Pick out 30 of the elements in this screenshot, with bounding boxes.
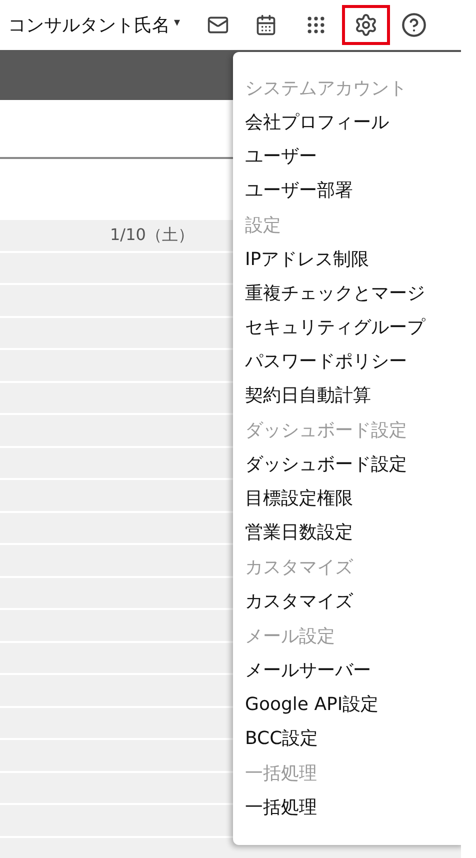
menu-item[interactable]: セキュリティグループ bbox=[245, 310, 461, 344]
help-icon bbox=[401, 12, 428, 38]
menu-item[interactable]: カスタマイズ bbox=[245, 584, 461, 618]
menu-item[interactable]: ユーザー bbox=[245, 139, 461, 173]
settings-button[interactable] bbox=[342, 5, 390, 45]
menu-section-header: メール設定 bbox=[245, 624, 336, 648]
menu-item[interactable]: ダッシュボード設定 bbox=[245, 447, 461, 481]
date-label: 1/10（土） bbox=[110, 224, 194, 246]
menu-item[interactable]: 一括処理 bbox=[245, 790, 461, 824]
menu-item[interactable]: 会社プロフィール bbox=[245, 105, 461, 139]
menu-item[interactable]: パスワードポリシー bbox=[245, 344, 461, 378]
mail-icon bbox=[207, 14, 230, 36]
menu-section-header: ダッシュボード設定 bbox=[245, 418, 408, 442]
menu-item[interactable]: 営業日数設定 bbox=[245, 515, 461, 549]
menu-item[interactable]: 目標設定権限 bbox=[245, 481, 461, 515]
menu-item[interactable]: 契約日自動計算 bbox=[245, 378, 461, 412]
menu-item[interactable]: IPアドレス制限 bbox=[245, 242, 461, 276]
menu-section-header: カスタマイズ bbox=[245, 556, 354, 580]
calendar-icon bbox=[255, 14, 278, 36]
caret-icon[interactable]: ▾ bbox=[174, 15, 180, 29]
menu-item[interactable]: 重複チェックとマージ bbox=[245, 276, 461, 310]
menu-section-header: 設定 bbox=[245, 214, 282, 238]
settings-icon bbox=[354, 13, 378, 37]
user-name[interactable]: コンサルタント氏名 bbox=[8, 13, 170, 37]
menu-item[interactable]: ユーザー部署 bbox=[245, 173, 461, 207]
menu-item[interactable]: Google API設定 bbox=[245, 687, 461, 721]
menu-section-header: 一括処理 bbox=[245, 762, 318, 786]
menu-item[interactable]: メールサーバー bbox=[245, 653, 461, 687]
menu-section-header: システムアカウント bbox=[245, 76, 408, 100]
menu-item[interactable]: BCC設定 bbox=[245, 721, 461, 755]
